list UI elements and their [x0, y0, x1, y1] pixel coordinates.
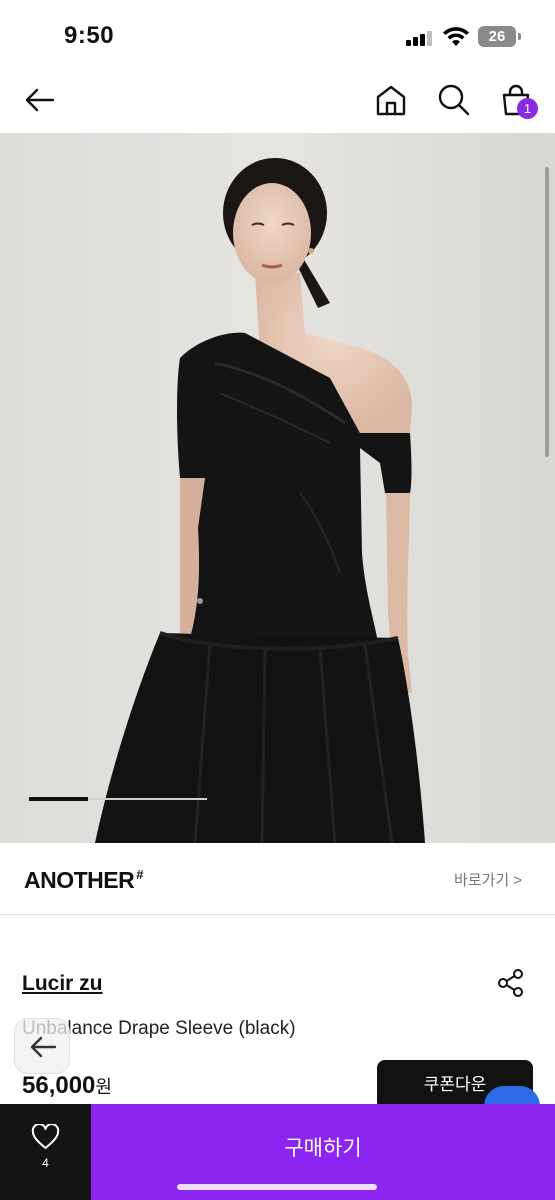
- product-brand-link[interactable]: Lucir zu: [22, 972, 103, 996]
- product-image[interactable]: [0, 133, 555, 843]
- back-arrow-icon: [30, 1036, 57, 1058]
- wifi-icon: [443, 27, 469, 46]
- brand-logo: ANOTHER #: [24, 867, 143, 893]
- like-button[interactable]: 4: [0, 1104, 91, 1200]
- signal-icon: [406, 30, 432, 46]
- scrollbar[interactable]: [545, 167, 549, 457]
- cart-count-badge: 1: [517, 98, 538, 119]
- brand-row[interactable]: ANOTHER # 바로가기 >: [0, 843, 555, 915]
- home-indicator: [177, 1184, 377, 1190]
- search-icon[interactable]: [436, 82, 472, 118]
- brand-shortcut-link[interactable]: 바로가기 >: [454, 869, 522, 890]
- back-arrow-icon[interactable]: [22, 82, 58, 118]
- top-nav-bar: [0, 70, 555, 132]
- status-bar: 9:50 26: [0, 0, 555, 70]
- battery-icon: 26: [478, 26, 516, 47]
- carousel-progress: [29, 797, 207, 801]
- like-count: 4: [42, 1156, 49, 1170]
- carousel-progress-fill: [29, 797, 88, 801]
- battery-tip: [518, 33, 521, 40]
- product-photo: [0, 133, 555, 843]
- heart-icon: [31, 1124, 60, 1149]
- status-time: 9:50: [64, 22, 115, 49]
- home-icon[interactable]: [373, 82, 409, 118]
- product-price: 56,000원: [22, 1072, 112, 1099]
- floating-back-button[interactable]: [14, 1018, 70, 1074]
- share-icon[interactable]: [496, 968, 526, 998]
